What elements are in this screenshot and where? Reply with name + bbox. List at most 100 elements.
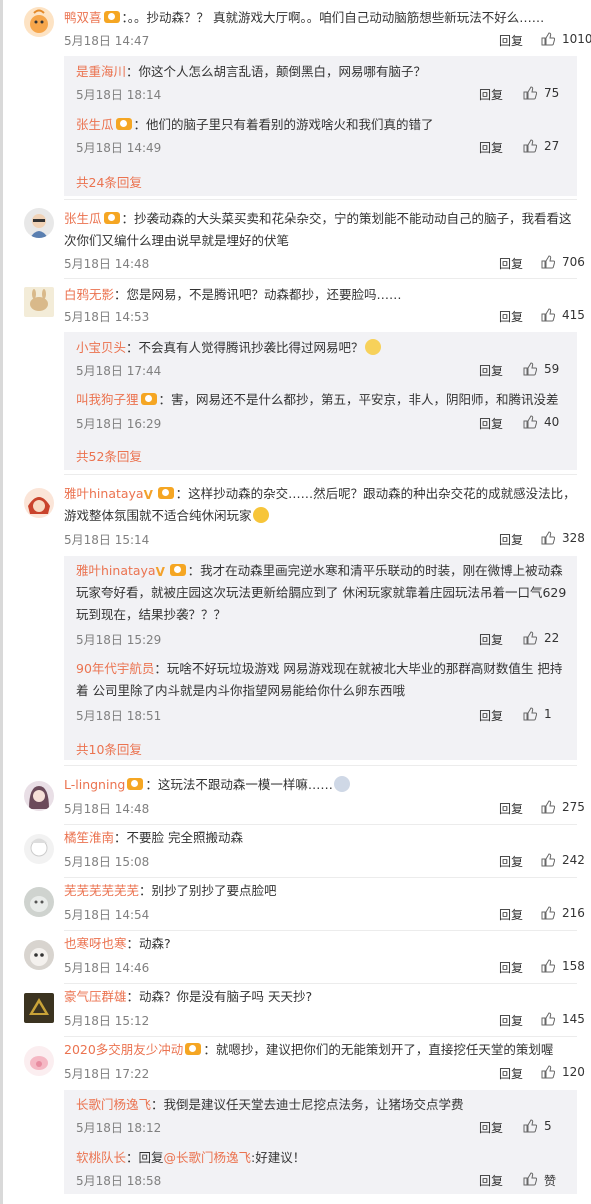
reply-button[interactable]: 回复 bbox=[479, 1172, 503, 1189]
like-icon[interactable] bbox=[523, 362, 537, 376]
reply-username[interactable]: 张生瓜 bbox=[76, 117, 114, 132]
comment-text: 芜芜芜芜芜芜：别抄了别抄了要点脸吧 bbox=[64, 880, 577, 902]
comment-time: 5月18日 14:48 bbox=[64, 257, 150, 271]
reply-text: 叫我狗子狸 ：害，网易还不是什么都抄，第五，平安京，非人，阴阳师，和腾讯没差 bbox=[76, 389, 571, 411]
comment-body: ：不要脸 完全照搬动森 bbox=[114, 830, 243, 845]
reply-button[interactable]: 回复 bbox=[479, 1119, 503, 1136]
reply-username[interactable]: 雅叶hinataya bbox=[76, 563, 156, 578]
reply-button[interactable]: 回复 bbox=[499, 531, 523, 548]
like-icon[interactable] bbox=[541, 1065, 555, 1079]
avatar[interactable] bbox=[24, 287, 54, 317]
reply-username[interactable]: 小宝贝头 bbox=[76, 340, 126, 355]
comment-username[interactable]: 白鸦无影 bbox=[64, 287, 114, 302]
like-icon[interactable] bbox=[541, 255, 555, 269]
reply-username[interactable]: 软桃队长 bbox=[76, 1150, 126, 1165]
avatar[interactable] bbox=[24, 488, 54, 518]
reply-button[interactable]: 回复 bbox=[499, 800, 523, 817]
avatar[interactable] bbox=[24, 940, 54, 970]
reply-time: 5月18日 16:29 bbox=[76, 417, 162, 431]
like-icon[interactable] bbox=[523, 631, 537, 645]
avatar[interactable] bbox=[24, 781, 54, 811]
reply-body: ：你这个人怎么胡言乱语，颠倒黑白，网易哪有脑子？ bbox=[126, 64, 427, 79]
avatar[interactable] bbox=[24, 887, 54, 917]
like-icon[interactable] bbox=[523, 139, 537, 153]
like-icon[interactable] bbox=[523, 1119, 537, 1133]
reply-button[interactable]: 回复 bbox=[479, 631, 503, 648]
more-replies-link[interactable]: 共52条回复 bbox=[76, 446, 142, 465]
like-count: 1 bbox=[544, 707, 552, 721]
reply-button[interactable]: 回复 bbox=[499, 959, 523, 976]
reply-username[interactable]: 长歌门杨逸飞 bbox=[76, 1097, 151, 1112]
comment-time: 5月18日 15:12 bbox=[64, 1014, 150, 1028]
avatar[interactable] bbox=[24, 208, 54, 238]
reply-username[interactable]: 90年代宇航员 bbox=[76, 661, 154, 676]
avatar[interactable] bbox=[24, 1046, 54, 1076]
reply-button[interactable]: 回复 bbox=[499, 308, 523, 325]
reply-button[interactable]: 回复 bbox=[499, 853, 523, 870]
reply-text: 长歌门杨逸飞：我倒是建议任天堂去迪士尼挖点法务，让猪场交点学费 bbox=[76, 1094, 571, 1116]
reply-list: 雅叶hinatayaV ：我才在动森里画完逆水寒和清平乐联动的时装，刚在微博上被动… bbox=[64, 556, 577, 760]
divider bbox=[64, 824, 577, 825]
reply-button[interactable]: 回复 bbox=[499, 1012, 523, 1029]
comment-username[interactable]: 也寒呀也寒 bbox=[64, 936, 127, 951]
reply-username[interactable]: 叫我狗子狸 bbox=[76, 392, 139, 407]
reply-button[interactable]: 回复 bbox=[479, 415, 503, 432]
divider bbox=[64, 983, 577, 984]
like-icon[interactable] bbox=[541, 959, 555, 973]
more-replies-link[interactable]: 共10条回复 bbox=[76, 739, 142, 758]
reply-button[interactable]: 回复 bbox=[479, 707, 503, 724]
reply-button[interactable]: 回复 bbox=[499, 1065, 523, 1082]
like-icon[interactable] bbox=[541, 308, 555, 322]
comment-username[interactable]: 豪气压群雄 bbox=[64, 989, 127, 1004]
avatar[interactable] bbox=[24, 7, 54, 37]
like-icon[interactable] bbox=[541, 906, 555, 920]
comment-username[interactable]: 橘笙淮南 bbox=[64, 830, 114, 845]
mention-link[interactable]: @长歌门杨逸飞 bbox=[164, 1150, 252, 1165]
level-badge-icon bbox=[103, 11, 120, 23]
like-count: 120 bbox=[562, 1065, 585, 1079]
like-icon[interactable] bbox=[541, 1012, 555, 1026]
reply-button[interactable]: 回复 bbox=[479, 86, 503, 103]
like-icon[interactable] bbox=[523, 415, 537, 429]
comment-time: 5月18日 14:46 bbox=[64, 961, 150, 975]
comment-username[interactable]: 鸭双喜 bbox=[64, 10, 102, 25]
reply-body: ：不会真有人觉得腾讯抄袭比得过网易吧？ bbox=[126, 340, 364, 355]
like-count: 5 bbox=[544, 1119, 552, 1133]
comment-username[interactable]: L-lingning bbox=[64, 777, 125, 792]
reply-button[interactable]: 回复 bbox=[479, 139, 503, 156]
reply-time: 5月18日 18:51 bbox=[76, 709, 162, 723]
like-icon[interactable] bbox=[523, 1172, 537, 1186]
like-count: 145 bbox=[562, 1012, 585, 1026]
comment-username[interactable]: 雅叶hinataya bbox=[64, 486, 144, 501]
avatar[interactable] bbox=[24, 993, 54, 1023]
like-icon[interactable] bbox=[541, 853, 555, 867]
like-icon[interactable] bbox=[523, 86, 537, 100]
reply-button[interactable]: 回复 bbox=[479, 362, 503, 379]
like-icon[interactable] bbox=[523, 707, 537, 721]
comment-username[interactable]: 芜芜芜芜芜芜 bbox=[64, 883, 139, 898]
verified-v-icon: V bbox=[155, 565, 165, 579]
comment-time: 5月18日 14:48 bbox=[64, 802, 150, 816]
comment-body: ：这玩法不跟动森一模一样嘛…… bbox=[145, 777, 333, 792]
like-icon[interactable] bbox=[541, 32, 555, 46]
comment-body: ：抄袭动森的大头菜买卖和花朵杂交，宁的策划能不能动动自己的脑子，我看看这次你们又… bbox=[64, 211, 572, 248]
divider bbox=[64, 278, 577, 279]
comment-username[interactable]: 张生瓜 bbox=[64, 211, 102, 226]
reply-button[interactable]: 回复 bbox=[499, 255, 523, 272]
comment-body: ：就嗯抄，建议把你们的无能策划开了，直接挖任天堂的策划喔 bbox=[203, 1042, 554, 1057]
reply-button[interactable]: 回复 bbox=[499, 32, 523, 49]
comment-time: 5月18日 14:47 bbox=[64, 34, 150, 48]
comment-time: 5月18日 17:22 bbox=[64, 1067, 150, 1081]
comment-username[interactable]: 2020多交朋友少冲动 bbox=[64, 1042, 183, 1057]
reply-button[interactable]: 回复 bbox=[499, 906, 523, 923]
reply-time: 5月18日 17:44 bbox=[76, 364, 162, 378]
avatar[interactable] bbox=[24, 834, 54, 864]
reply-text: 小宝贝头：不会真有人觉得腾讯抄袭比得过网易吧？ bbox=[76, 337, 571, 359]
level-badge-icon bbox=[169, 564, 186, 576]
more-replies-link[interactable]: 共24条回复 bbox=[76, 172, 142, 191]
like-icon[interactable] bbox=[541, 531, 555, 545]
reply-username[interactable]: 是重海川 bbox=[76, 64, 126, 79]
reply-list: 小宝贝头：不会真有人觉得腾讯抄袭比得过网易吧？ 5月18日 17:44 回复 5… bbox=[64, 332, 577, 470]
like-icon[interactable] bbox=[541, 800, 555, 814]
comment-text: L-lingning ：这玩法不跟动森一模一样嘛…… bbox=[64, 774, 577, 796]
